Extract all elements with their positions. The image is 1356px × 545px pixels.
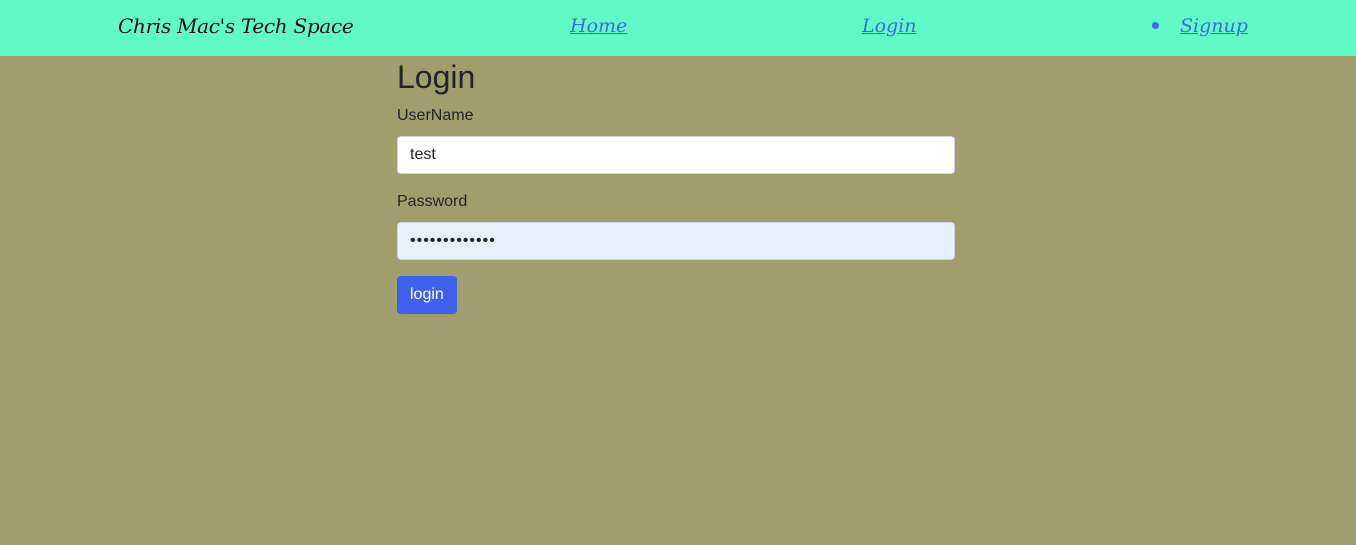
username-label: UserName: [397, 107, 474, 124]
login-form: Login UserName test Password •••••••••••…: [397, 56, 955, 314]
brand-title: Chris Mac's Tech Space: [118, 14, 354, 38]
nav-link-login[interactable]: Login: [862, 15, 917, 37]
top-navbar: Chris Mac's Tech Space Home Login Signup: [0, 0, 1356, 56]
password-label: Password: [397, 193, 468, 210]
password-input[interactable]: •••••••••••••: [397, 222, 955, 260]
list-bullet-icon: [1152, 22, 1159, 29]
nav-link-signup[interactable]: Signup: [1180, 15, 1248, 37]
form-title: Login: [397, 59, 476, 95]
nav-link-home[interactable]: Home: [570, 15, 627, 37]
username-input[interactable]: test: [397, 136, 955, 174]
login-button[interactable]: login: [397, 276, 457, 314]
